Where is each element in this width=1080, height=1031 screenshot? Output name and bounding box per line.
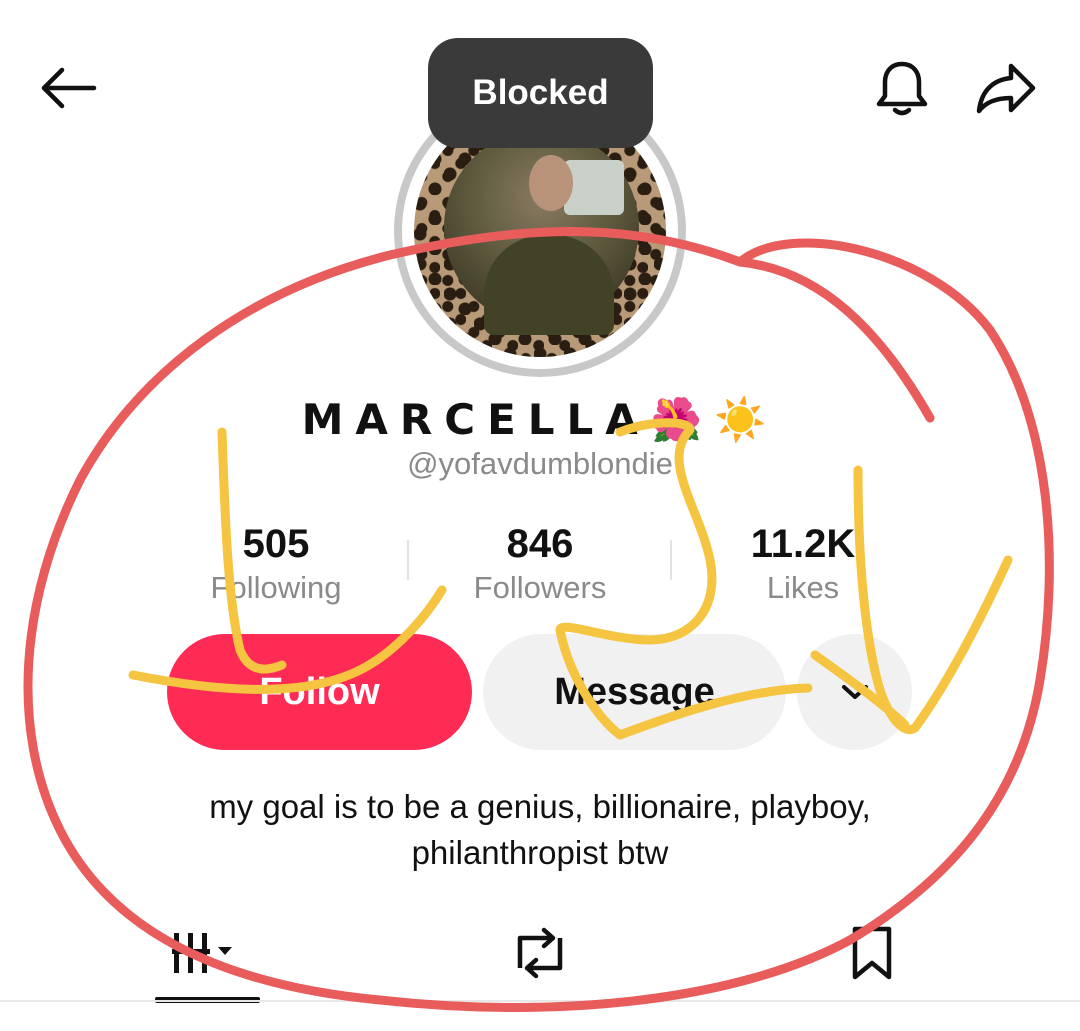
tab-reposts[interactable] — [480, 905, 600, 1001]
profile-tabs — [0, 905, 1080, 1005]
likes-label: Likes — [766, 570, 840, 605]
following-count: 505 — [242, 522, 310, 566]
followers-count: 846 — [506, 522, 574, 566]
avatar[interactable] — [394, 115, 686, 377]
likes-count: 11.2K — [750, 522, 856, 566]
videos-grid-icon — [172, 933, 232, 973]
notifications-button[interactable] — [862, 48, 942, 128]
share-button[interactable] — [966, 48, 1046, 128]
back-button[interactable] — [30, 50, 106, 126]
followers-label: Followers — [473, 570, 607, 605]
bookmark-icon — [852, 926, 892, 980]
profile-stats: 505 Following 846 Followers 11.2K Likes — [0, 518, 1080, 618]
likes-stat[interactable]: 11.2K Likes — [673, 518, 933, 606]
blocked-toast: Blocked — [428, 38, 653, 148]
following-stat[interactable]: 505 Following — [146, 518, 406, 606]
tab-saved[interactable] — [812, 905, 932, 1001]
tab-videos[interactable] — [148, 905, 268, 1001]
stats-divider — [670, 540, 672, 580]
bio-line: philanthropist btw — [411, 834, 669, 871]
tabs-divider — [0, 1000, 1080, 1002]
display-name: MARCELLA🌺☀️ — [301, 395, 779, 444]
repost-icon — [517, 927, 563, 979]
message-button[interactable]: Message — [483, 634, 786, 750]
follow-button[interactable]: Follow — [167, 634, 472, 750]
suggested-accounts-button[interactable] — [797, 634, 912, 750]
bio-line: my goal is to be a genius, billionaire, … — [209, 788, 871, 825]
share-arrow-icon — [976, 63, 1036, 114]
following-label: Following — [210, 570, 342, 605]
arrow-left-icon — [41, 67, 97, 109]
username-handle: @yofavdumblondie — [407, 446, 673, 481]
stats-divider — [407, 540, 409, 580]
profile-bio: my goal is to be a genius, billionaire, … — [0, 784, 1080, 876]
avatar-photo — [414, 115, 666, 357]
chevron-down-icon — [841, 685, 868, 699]
followers-stat[interactable]: 846 Followers — [410, 518, 670, 606]
profile-page: Blocked MARCELLA🌺☀️ @yofavdumblondie 505… — [0, 0, 1080, 1031]
bell-icon — [876, 61, 928, 116]
